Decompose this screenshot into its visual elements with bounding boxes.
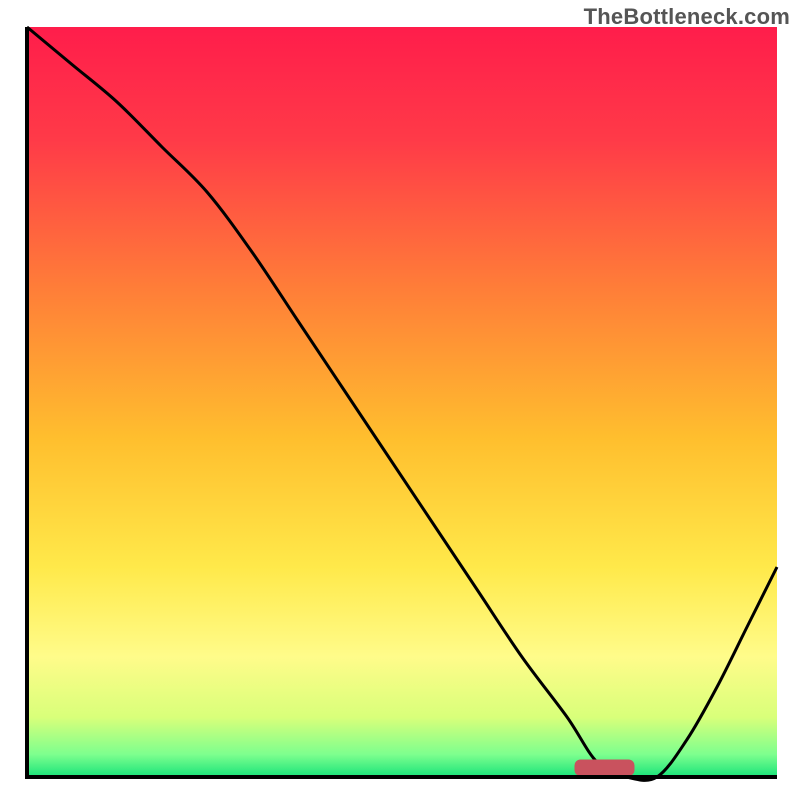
gradient-background <box>27 27 777 777</box>
plot-area <box>27 27 777 780</box>
watermark-label: TheBottleneck.com <box>584 4 790 30</box>
bottleneck-chart: TheBottleneck.com <box>0 0 800 800</box>
optimal-marker <box>575 760 635 777</box>
chart-svg <box>0 0 800 800</box>
